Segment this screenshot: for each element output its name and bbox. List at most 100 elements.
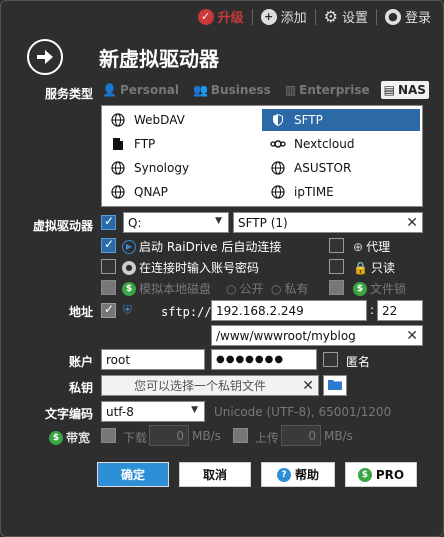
- clear-icon[interactable]: ✕: [302, 378, 314, 394]
- public-radio[interactable]: ○ 公开: [226, 280, 264, 297]
- gear-icon: ⚙: [323, 7, 338, 26]
- tab-label: Enterprise: [299, 83, 370, 97]
- lock-icon: 🔒: [353, 260, 368, 275]
- password-value: ●●●●●●●: [216, 354, 285, 365]
- auto-connect-option: ▶ 启动 RaiDrive 后自动连接: [122, 238, 281, 255]
- service-ftp[interactable]: FTP: [102, 133, 262, 155]
- service-label: ipTIME: [294, 185, 334, 199]
- pro-dollar-icon: $: [353, 281, 367, 296]
- public-label: 公开: [239, 282, 264, 296]
- download-limit-checkbox[interactable]: [101, 428, 116, 443]
- file-lock-checkbox[interactable]: [329, 280, 344, 295]
- tab-business[interactable]: 👥 Business: [190, 81, 274, 99]
- ok-button[interactable]: 确定: [97, 462, 169, 487]
- path-input[interactable]: /www/wwwroot/myblog ✕: [211, 325, 423, 346]
- port-input[interactable]: 22: [377, 300, 423, 321]
- ok-label: 确定: [120, 468, 145, 482]
- tab-label: Business: [210, 83, 271, 97]
- private-key-input[interactable]: 您可以选择一个私钥文件 ✕: [101, 375, 319, 396]
- drive-letter-select[interactable]: Q: ▼: [123, 212, 229, 233]
- clear-icon[interactable]: ✕: [406, 215, 418, 231]
- radio-icon: ○: [226, 281, 237, 296]
- service-webdav[interactable]: WebDAV: [102, 109, 262, 131]
- service-nextcloud[interactable]: Nextcloud: [262, 133, 420, 155]
- building-icon: ▥: [284, 83, 297, 97]
- service-label: SFTP: [294, 113, 323, 127]
- service-sftp[interactable]: SFTP: [262, 109, 420, 131]
- nextcloud-icon: [270, 136, 286, 152]
- service-tabs: 👤 Personal 👥 Business ▥ Enterprise ▤ NAS: [99, 81, 429, 99]
- encoding-description: Unicode (UTF-8), 65001/1200: [214, 405, 392, 419]
- folder-icon: [327, 378, 343, 394]
- clear-icon[interactable]: ✕: [406, 328, 418, 344]
- upload-limit-input[interactable]: 0: [281, 425, 321, 446]
- private-label: 私有: [284, 282, 309, 296]
- globe-icon: [110, 112, 126, 128]
- pro-button[interactable]: $ PRO: [345, 462, 417, 487]
- service-label: ASUSTOR: [294, 161, 352, 175]
- account-label: 账户: [68, 355, 93, 369]
- proxy-checkbox[interactable]: [329, 238, 344, 253]
- tab-enterprise[interactable]: ▥ Enterprise: [282, 81, 373, 99]
- password-input[interactable]: ●●●●●●●: [211, 349, 317, 370]
- page-title: 新虚拟驱动器: [99, 47, 219, 71]
- login-button[interactable]: ● 登录: [384, 7, 431, 26]
- help-label: 帮助: [294, 468, 319, 482]
- nas-icon: ▤: [383, 83, 395, 97]
- drive-name-input[interactable]: SFTP (1) ✕: [233, 212, 423, 233]
- ask-password-checkbox[interactable]: [101, 259, 116, 274]
- username-input[interactable]: root: [101, 349, 205, 370]
- upgrade-icon: ✓: [197, 8, 214, 25]
- address-secure-checkbox[interactable]: [101, 302, 116, 318]
- readonly-checkbox[interactable]: [329, 259, 344, 274]
- service-label: QNAP: [134, 185, 168, 199]
- local-disk-checkbox[interactable]: [101, 280, 116, 295]
- globe-icon: [110, 184, 126, 200]
- pro-label: PRO: [375, 467, 405, 482]
- service-asustor[interactable]: ASUSTOR: [262, 157, 420, 179]
- host-input[interactable]: 192.168.2.249: [211, 300, 367, 321]
- download-limit-input[interactable]: 0: [149, 425, 189, 446]
- download-unit: MB/s: [192, 429, 221, 443]
- globe-icon: [110, 160, 126, 176]
- readonly-label: 只读: [370, 261, 395, 275]
- address-scheme: sftp://: [161, 305, 212, 319]
- service-iptime[interactable]: ipTIME: [262, 181, 420, 203]
- service-label: Nextcloud: [294, 137, 355, 151]
- virtual-drive-label: 虚拟驱动器: [32, 219, 93, 233]
- group-icon: 👥: [192, 83, 208, 97]
- encoding-select[interactable]: utf-8 ▼: [101, 401, 205, 422]
- file-icon: [110, 136, 126, 152]
- upgrade-button[interactable]: ✓ 升级: [197, 7, 244, 26]
- readonly-option: 🔒 只读: [353, 259, 395, 276]
- add-button[interactable]: + 添加: [260, 7, 307, 26]
- cancel-button[interactable]: 取消: [179, 462, 251, 487]
- tab-personal[interactable]: 👤 Personal: [99, 81, 182, 99]
- help-icon: ?: [276, 467, 291, 482]
- service-qnap[interactable]: QNAP: [102, 181, 262, 203]
- service-type-label: 服务类型: [44, 87, 93, 101]
- chevron-down-icon: ▼: [215, 216, 222, 226]
- browse-key-button[interactable]: [323, 375, 347, 396]
- help-button[interactable]: ? 帮助: [261, 462, 335, 487]
- user-icon: ●: [122, 260, 136, 275]
- drive-name-value: SFTP (1): [238, 215, 288, 230]
- service-synology[interactable]: Synology: [102, 157, 262, 179]
- auto-connect-checkbox[interactable]: [101, 237, 116, 253]
- top-toolbar: ✓ 升级 + 添加 ⚙ 设置 ● 登录: [197, 7, 431, 26]
- upload-unit: MB/s: [324, 429, 353, 443]
- upload-limit-checkbox[interactable]: [233, 428, 248, 443]
- anonymous-checkbox[interactable]: [323, 352, 338, 367]
- settings-button[interactable]: ⚙ 设置: [324, 7, 368, 26]
- toolbar-divider: [314, 8, 316, 25]
- add-label: 添加: [280, 11, 307, 26]
- toolbar-divider: [375, 8, 377, 25]
- tab-nas[interactable]: ▤ NAS: [380, 81, 429, 99]
- tab-label: Personal: [119, 83, 179, 97]
- private-radio[interactable]: ○ 私有: [271, 280, 309, 297]
- plus-icon: +: [260, 8, 277, 25]
- toolbar-divider: [251, 8, 253, 25]
- virtual-drive-checkbox[interactable]: [101, 214, 116, 230]
- arrow-right-icon[interactable]: [27, 39, 63, 75]
- service-label: WebDAV: [134, 113, 185, 127]
